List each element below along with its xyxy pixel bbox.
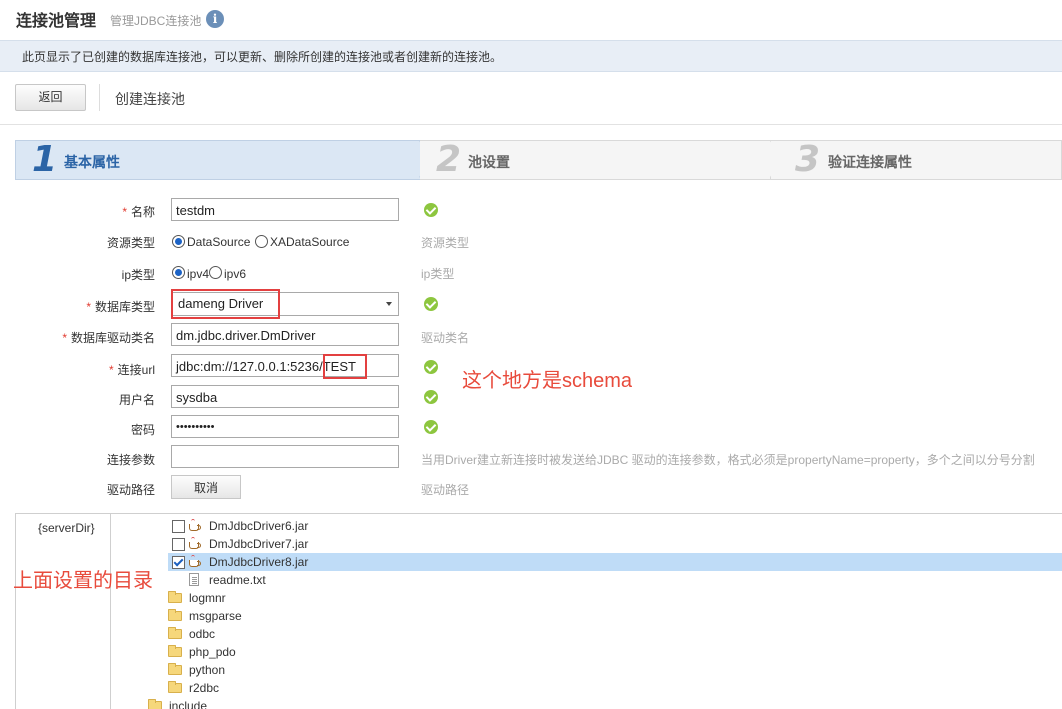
folder-icon [148,699,162,709]
xadatasource-radio-label: XADataSource [270,235,350,249]
driver-path-label: 驱动路径 [106,483,155,497]
valid-check-icon [424,360,438,374]
step-number: 3 [795,139,821,180]
jar-file-icon [188,537,201,550]
step-label: 池设置 [468,154,510,170]
file-name: readme.txt [209,573,266,587]
folder-name: python [189,663,226,677]
ipv6-radio-label: ipv6 [224,267,247,281]
jar-file-icon [188,555,201,568]
highlight-box [323,354,367,379]
folder-name: msgparse [189,609,242,623]
resource-type-hint: 资源类型 [421,236,470,250]
dir-annotation: 上面设置的目录 [13,570,153,592]
folder-row[interactable]: php_pdo [168,643,1062,661]
file-checkbox-checked[interactable] [172,556,185,569]
page-description: 此页显示了已创建的数据库连接池，可以更新、删除所创建的连接池或者创建新的连接池。 [22,50,503,64]
name-label: * 名称 [122,205,155,219]
step-number: 1 [32,139,58,180]
folder-icon [168,591,182,603]
folder-row[interactable]: r2dbc [168,679,1062,697]
step-basic-properties[interactable]: 1 基本属性 [15,139,421,180]
username-label: 用户名 [118,393,155,407]
valid-check-icon [424,203,438,217]
driver-class-hint: 驱动类名 [421,331,470,345]
conn-params-input[interactable] [171,445,399,468]
page-title: 连接池管理 [16,13,97,30]
folder-name: logmnr [189,591,226,605]
folder-name: r2dbc [189,681,220,695]
folder-icon [168,681,182,693]
file-checkbox[interactable] [172,520,185,533]
step-validate-connection[interactable]: 3 验证连接属性 [771,139,1062,180]
toolbar-divider [99,84,100,111]
folder-row[interactable]: python [168,661,1062,679]
valid-check-icon [424,297,438,311]
folder-row[interactable]: odbc [168,625,1062,643]
file-name: DmJdbcDriver6.jar [209,519,309,533]
ipv6-radio[interactable] [209,266,222,279]
cancel-button[interactable]: 取消 [171,475,241,499]
datasource-radio[interactable] [172,235,185,248]
ip-type-hint: ip类型 [421,267,455,281]
file-checkbox[interactable] [172,538,185,551]
info-icon[interactable]: i [206,10,224,28]
section-title: 创建连接池 [115,91,185,107]
tree-divider [110,514,111,709]
url-label: * 连接url [108,363,155,377]
driver-class-input[interactable]: dm.jdbc.driver.DmDriver [171,323,399,346]
conn-params-hint: 当用Driver建立新连接时被发送给JDBC 驱动的连接参数，格式必须是prop… [421,453,1035,467]
highlight-box [171,289,280,319]
jar-file-icon [188,519,201,532]
resource-type-label: 资源类型 [106,236,155,250]
file-name: DmJdbcDriver7.jar [209,537,309,551]
xadatasource-radio[interactable] [255,235,268,248]
folder-icon [168,663,182,675]
valid-check-icon [424,420,438,434]
ip-type-label: ip类型 [121,268,155,282]
step-pool-settings[interactable]: 2 池设置 [420,139,771,180]
folder-row[interactable]: include [148,697,1062,709]
password-input[interactable]: •••••••••• [171,415,399,438]
file-row[interactable]: DmJdbcDriver6.jar [168,517,1062,535]
folder-row[interactable]: msgparse [168,607,1062,625]
conn-params-label: 连接参数 [106,453,155,467]
driver-class-label: * 数据库驱动类名 [62,331,155,345]
step-label: 验证连接属性 [828,154,912,170]
folder-icon [168,627,182,639]
page-subtitle: 管理JDBC连接池 [110,14,202,28]
step-number: 2 [436,139,462,180]
folder-icon [168,645,182,657]
folder-name: include [169,699,208,709]
divider [0,124,1062,125]
back-button[interactable]: 返回 [15,84,86,111]
password-label: 密码 [130,423,155,437]
driver-path-hint: 驱动路径 [421,483,470,497]
file-name: DmJdbcDriver8.jar [209,555,309,569]
schema-annotation: 这个地方是schema [462,370,633,392]
datasource-radio-label: DataSource [187,235,251,249]
file-row[interactable]: DmJdbcDriver7.jar [168,535,1062,553]
ipv4-radio[interactable] [172,266,185,279]
wizard-steps: 1 基本属性 2 池设置 3 验证连接属性 [15,139,1062,180]
db-type-label: * 数据库类型 [86,300,155,314]
text-file-icon [189,573,199,586]
step-label: 基本属性 [64,154,120,170]
username-input[interactable]: sysdba [171,385,399,408]
ipv4-radio-label: ipv4 [187,267,210,281]
name-input[interactable]: testdm [171,198,399,221]
file-row-selected[interactable]: DmJdbcDriver8.jar [168,553,1062,571]
file-row[interactable]: readme.txt [168,571,1062,589]
server-dir-label: {serverDir} [38,521,95,535]
chevron-down-icon [386,302,392,306]
folder-name: odbc [189,627,216,641]
valid-check-icon [424,390,438,404]
folder-icon [168,609,182,621]
folder-name: php_pdo [189,645,236,659]
folder-row[interactable]: logmnr [168,589,1062,607]
